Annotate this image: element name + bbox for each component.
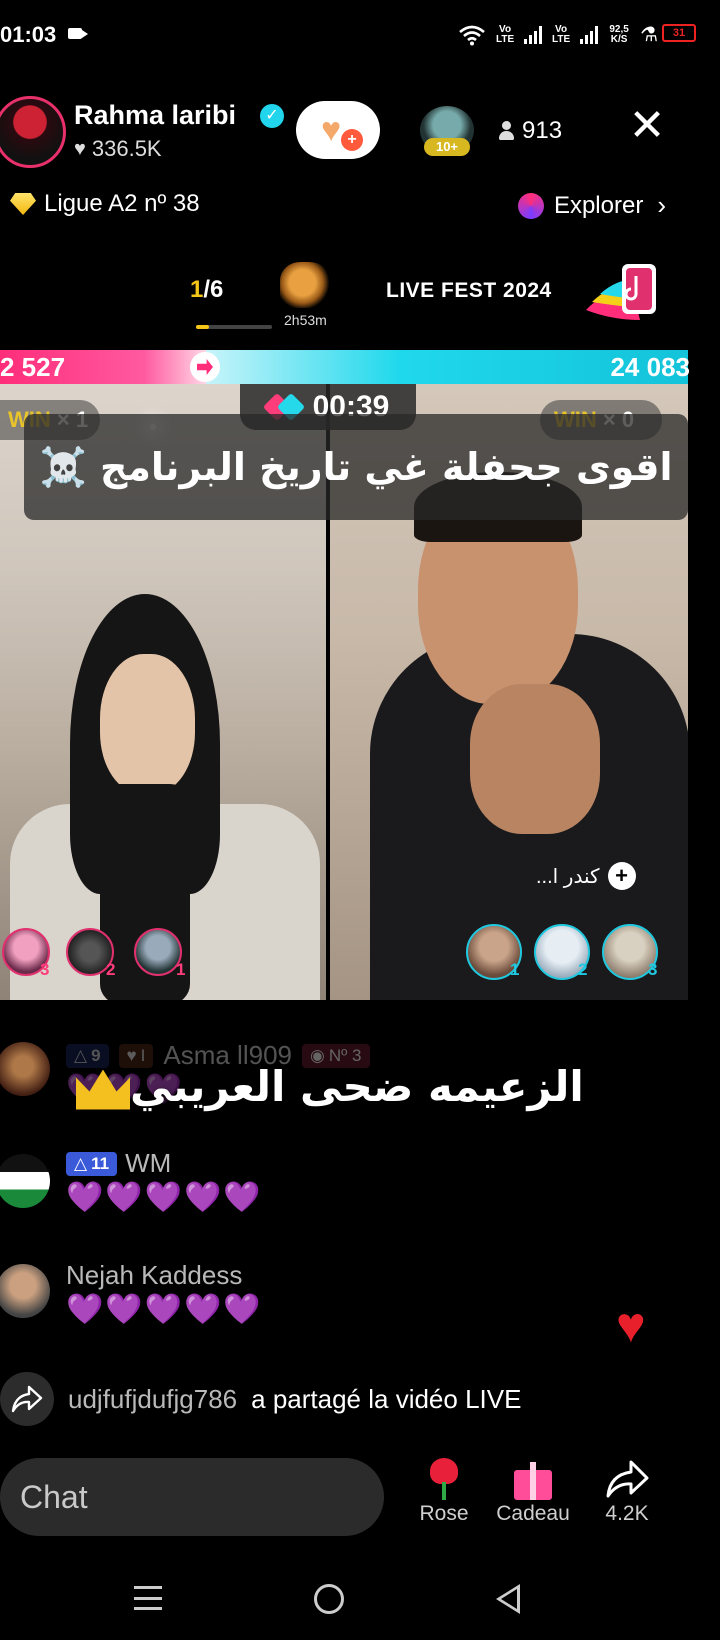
right-gifter-rank: 3 xyxy=(648,960,658,979)
chat-text: 💜💜💜💜💜 xyxy=(66,1181,263,1214)
share-arrow-icon xyxy=(0,1372,54,1426)
volte-label-1: Vo LTE xyxy=(495,23,515,45)
signal-icon xyxy=(524,25,543,44)
gift-icon xyxy=(512,1458,554,1500)
viewer-count-value: 913 xyxy=(522,117,563,144)
explorer-label: Explorer xyxy=(553,191,644,219)
share-notice: udjfufjdufjg786 a partagé la vidéo LIVE xyxy=(0,1372,521,1426)
chevron-right-icon: › xyxy=(657,190,666,220)
live-fest-logo-icon[interactable] xyxy=(582,258,662,328)
left-gifter-rank: 2 xyxy=(106,960,116,979)
cohost-tag-label: كندر ا... xyxy=(536,865,600,888)
menu-icon[interactable] xyxy=(134,1586,162,1610)
left-gifter-avatar[interactable] xyxy=(134,928,182,976)
right-gifter-rank: 1 xyxy=(510,960,520,979)
cohost-tag[interactable]: + كندر ا... xyxy=(536,862,636,890)
fest-count-total: /6 xyxy=(203,276,224,303)
chat-username[interactable]: Nejah Kaddess xyxy=(66,1260,242,1291)
share-arrow-icon xyxy=(606,1460,649,1498)
overlay-message: الزعيمه ضحى العريبي xyxy=(66,1062,584,1111)
signal-icon xyxy=(580,25,599,44)
network-speed: 92,5 K/S xyxy=(609,23,629,45)
left-gifter-rank: 1 xyxy=(176,960,186,979)
home-circle-icon[interactable] xyxy=(314,1584,344,1614)
flask-icon: ⚗ xyxy=(640,24,658,46)
rose-icon xyxy=(424,1458,464,1500)
verified-check-icon: ✓ xyxy=(260,104,284,128)
host-likes-count: 336.5K xyxy=(91,136,162,161)
rose-button[interactable]: Rose xyxy=(414,1458,474,1526)
chat-message: △ 11 WM xyxy=(66,1148,171,1179)
share-username[interactable]: udjfufjdufjg786 xyxy=(68,1384,237,1415)
video-camera-icon xyxy=(68,28,88,39)
league-label: Ligue A2 nº 38 xyxy=(44,190,200,217)
stream-caption: اقوى جحفلة غي تاريخ البرنامج ☠️ xyxy=(24,414,688,520)
close-button[interactable]: ✕ xyxy=(626,104,668,148)
user-level-badge: △ 11 xyxy=(66,1151,118,1176)
chat-avatar[interactable] xyxy=(0,1264,50,1318)
heart-plus-icon: ♥ + xyxy=(321,113,363,151)
back-triangle-icon[interactable] xyxy=(496,1584,520,1614)
share-text: a partagé la vidéo LIVE xyxy=(251,1383,522,1414)
plus-icon: + xyxy=(607,862,636,890)
overlay-message-text: الزعيمه ضحى العريبي xyxy=(130,1062,584,1111)
left-gifter-rank: 3 xyxy=(40,960,50,979)
status-time: 01:03 xyxy=(0,22,57,47)
volte-label-2: Vo LTE xyxy=(551,23,571,45)
floating-heart-icon: ♥ xyxy=(616,1297,646,1353)
fest-count[interactable]: 1/6 xyxy=(190,276,223,304)
viewer-count[interactable]: 913 xyxy=(498,117,562,145)
level-icon: △ xyxy=(74,1153,88,1173)
top-gifter-badge: 10+ xyxy=(424,138,470,156)
chat-avatar[interactable] xyxy=(0,1042,50,1096)
gift-button[interactable]: Cadeau xyxy=(494,1458,572,1526)
rose-label: Rose xyxy=(419,1502,469,1525)
league-badge[interactable]: Ligue A2 nº 38 xyxy=(10,190,200,218)
diamond-icon xyxy=(10,193,36,215)
score-divider-icon xyxy=(190,352,220,382)
system-nav-bar xyxy=(0,1560,720,1640)
chat-username[interactable]: WM xyxy=(125,1148,171,1179)
fest-title[interactable]: LIVE FEST 2024 xyxy=(386,279,552,303)
share-button[interactable]: 4.2K xyxy=(596,1458,658,1526)
chat-text: 💜💜💜💜💜 xyxy=(66,1293,263,1326)
chat-avatar[interactable] xyxy=(0,1154,50,1208)
fest-progress-fill xyxy=(196,325,209,329)
follow-button[interactable]: ♥ + xyxy=(296,101,380,159)
heart-icon: ♥ xyxy=(74,137,86,160)
close-icon: ✕ xyxy=(628,101,666,150)
score-right: 24 083 xyxy=(610,352,690,382)
explorer-button[interactable]: Explorer › xyxy=(517,190,666,221)
host-likes: ♥ 336.5K xyxy=(74,136,162,162)
crown-icon xyxy=(76,1069,130,1110)
fest-count-current: 1 xyxy=(190,276,204,303)
host-name[interactable]: Rahma laribi xyxy=(74,100,236,131)
lion-icon[interactable] xyxy=(280,262,330,308)
wifi-icon xyxy=(459,25,485,45)
fest-progress xyxy=(196,325,272,329)
gift-label: Cadeau xyxy=(496,1502,570,1525)
status-icons: Vo LTE Vo LTE 92,5 K/S ⚗ xyxy=(458,22,658,47)
battery-indicator: 31 xyxy=(662,24,696,42)
fest-timer: 2h53m xyxy=(284,312,327,328)
chat-input[interactable]: Chat xyxy=(0,1458,384,1536)
explore-orb-icon xyxy=(517,192,544,219)
right-gifter-rank: 2 xyxy=(578,960,588,979)
person-icon xyxy=(498,121,514,141)
score-left: 2 527 xyxy=(0,352,66,382)
share-count: 4.2K xyxy=(605,1502,649,1525)
host-avatar[interactable] xyxy=(0,96,66,168)
